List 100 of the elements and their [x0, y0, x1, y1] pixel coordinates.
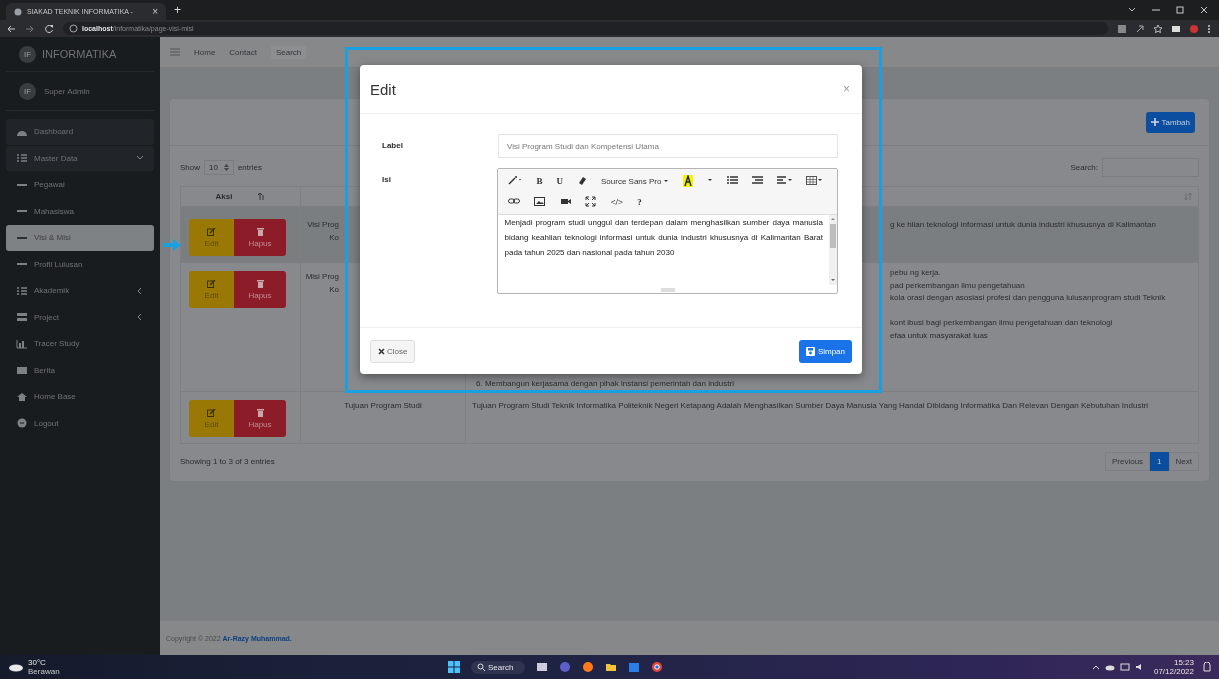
clock-date: 07/12/2022 [1153, 667, 1194, 676]
highlighter-icon[interactable] [683, 175, 694, 187]
task-view-icon[interactable] [536, 661, 549, 673]
sidebar-item[interactable]: Profil Lulusan [6, 251, 154, 277]
save-icon [805, 346, 815, 356]
rich-text-editor[interactable] [497, 168, 838, 294]
delete-button[interactable]: Hapus [234, 219, 286, 256]
scrollbar-icon [829, 215, 837, 285]
sidebar-item[interactable]: Mahasiswa [6, 198, 154, 224]
delete-button[interactable]: Hapus [234, 400, 286, 437]
home-icon [16, 391, 28, 402]
info-icon [69, 24, 78, 33]
sidebar-item[interactable]: Project [6, 304, 154, 330]
back-icon [6, 23, 16, 34]
column-header[interactable]: Aksi [215, 192, 233, 201]
sidebar-item[interactable]: Dashboard [6, 119, 154, 145]
taskbar-search[interactable]: Search [471, 660, 526, 674]
table-cell-text: Ko [328, 283, 339, 296]
table-cell-text: Visi Prog [306, 219, 339, 231]
eraser-icon[interactable] [577, 175, 587, 187]
table-cell-text: kont ibusi bagi perkembangan ilmu pengetahuan dan teknologi [890, 317, 1114, 329]
windows-logo-icon[interactable] [448, 661, 460, 673]
sidebar-item[interactable]: Akademik [6, 278, 154, 304]
restore-icon [1175, 6, 1185, 14]
align-icon[interactable] [777, 175, 793, 187]
sort-icon [1184, 193, 1192, 200]
page-length-select[interactable]: 10 [204, 159, 234, 175]
chart-icon [16, 338, 28, 349]
edit-icon [207, 279, 216, 288]
page-button[interactable]: Previous [1104, 452, 1151, 471]
sidebar-item[interactable]: Tracer Study [6, 331, 154, 357]
chevron-left-icon [136, 313, 144, 322]
search-field[interactable]: Search [270, 45, 307, 59]
search-icon [477, 663, 485, 671]
folder-icon[interactable] [605, 661, 618, 673]
notification-icon [1203, 662, 1211, 672]
star-icon [1153, 23, 1163, 34]
label-field[interactable]: Visi Program Studi dan Kompetensi Utama [498, 134, 838, 158]
chevron-down-icon [1127, 6, 1137, 14]
close-button[interactable]: Close [370, 339, 416, 363]
page-button[interactable]: 1 [1150, 452, 1169, 471]
add-button[interactable]: Tambah [1145, 111, 1195, 133]
chevron-left-icon [136, 286, 144, 295]
table-cell-text: Misi Prog [305, 271, 339, 283]
sort-caret-icon [223, 163, 229, 171]
minimize-icon [1151, 6, 1161, 14]
table-cell-text: 6. Membangun kerjasama dengan pihak instansi pemerintah dan industri [475, 379, 735, 388]
field-label: Isi [382, 174, 392, 184]
search-label: Search: [1070, 162, 1098, 172]
logo-badge: IF [19, 45, 36, 63]
trash-icon [256, 227, 264, 236]
brand-name[interactable]: INFORMATIKA [42, 48, 117, 60]
plus-icon [1150, 118, 1159, 126]
favicon-icon [14, 7, 22, 16]
logout-icon [16, 418, 28, 429]
user-name[interactable]: Super Admin [44, 86, 90, 96]
new-tab-button[interactable]: + [174, 3, 181, 17]
sidebar-item[interactable]: Visi & Misi [6, 225, 154, 251]
save-button[interactable]: Simpan [798, 339, 852, 363]
trash-icon [256, 279, 264, 288]
close-icon [1199, 6, 1209, 14]
monitor-icon [1119, 663, 1130, 671]
nav-link[interactable]: Contact [229, 47, 257, 57]
arrow-icon [162, 238, 182, 252]
edit-icon [207, 408, 216, 417]
chrome-icon[interactable] [651, 661, 664, 673]
page-button[interactable]: Next [1168, 452, 1199, 471]
weather-text: Berawan [28, 667, 60, 676]
table-cell-text: efaa untuk masyarakat luas [890, 329, 989, 342]
entries-info: Showing 1 to 3 of 3 entries [180, 457, 275, 466]
resize-handle-icon[interactable] [660, 288, 675, 292]
close-tab-button[interactable]: × [152, 6, 158, 17]
sidebar-item[interactable]: Master Data [6, 145, 154, 171]
delete-button[interactable]: Hapus [234, 271, 286, 308]
table-icon[interactable] [806, 175, 823, 187]
table-cell-text: pebu ng kerja. [890, 267, 942, 279]
list-icon [16, 285, 28, 296]
show-label: Show [180, 162, 200, 172]
sidebar-item[interactable]: Pegawai [6, 172, 154, 198]
stack-icon [16, 312, 28, 323]
clock-time: 15:23 [1173, 658, 1194, 667]
fullscreen-icon[interactable] [585, 196, 597, 208]
sort-icon [258, 193, 266, 200]
forward-icon [25, 23, 35, 34]
sidebar-item[interactable]: Berita [6, 357, 154, 383]
table-cell-text: kola orasi dengan asosiasi profesi dan pengguna lulusanprogram studi Teknik [890, 292, 1167, 304]
user-avatar: IF [19, 82, 36, 100]
list-icon [16, 153, 28, 164]
sidebar-item[interactable]: Logout [6, 410, 154, 436]
x-icon [378, 347, 385, 355]
picture-icon[interactable] [534, 196, 546, 208]
sidebar-item[interactable]: Home Base [6, 384, 154, 410]
temperature-text: 30°C [28, 658, 47, 667]
caret-icon [663, 178, 670, 184]
edit-icon [207, 227, 216, 236]
close-button[interactable]: × [843, 82, 850, 96]
wand-icon[interactable] [508, 175, 523, 187]
bullet-list-icon[interactable] [727, 175, 739, 187]
nav-link[interactable]: Home [194, 47, 216, 57]
cloud-tray-icon [1104, 663, 1115, 671]
